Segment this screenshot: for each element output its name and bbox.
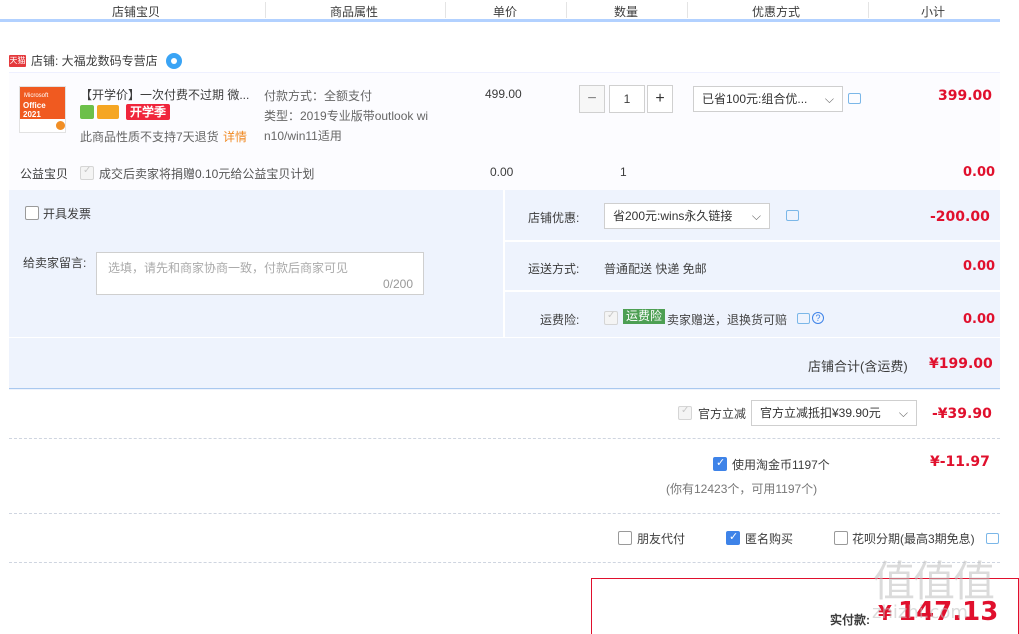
insurance-checkbox — [604, 310, 618, 325]
product-title[interactable]: 【开学价】一次付费不过期 微... — [80, 86, 252, 103]
message-icon[interactable] — [986, 533, 999, 544]
friend-pay-checkbox[interactable] — [618, 531, 632, 545]
panel-divider — [9, 337, 1000, 338]
invoice-checkbox[interactable] — [25, 206, 39, 220]
panel-divider — [505, 240, 1000, 242]
shop-total-label: 店铺合计(含运费) — [808, 359, 908, 374]
col-separator — [445, 2, 446, 18]
coins-checkbox[interactable] — [713, 456, 727, 471]
col-separator — [265, 2, 266, 18]
shop-line: 天猫 店铺: 大福龙数码专营店 — [9, 52, 182, 69]
charity-price: 0.00 — [490, 165, 514, 179]
service-icon — [80, 105, 94, 119]
unit-price: 499.00 — [485, 87, 522, 101]
col-subtotal: 小计 — [921, 5, 946, 19]
official-amount: -¥39.90 — [932, 406, 992, 422]
help-icon[interactable]: ? — [812, 312, 824, 324]
insurance-amount: 0.00 — [963, 312, 996, 327]
shipping-value: 普通配送 快递 免邮 — [604, 262, 707, 276]
thumb-brand: Microsoft — [24, 93, 49, 99]
anonymous-checkbox[interactable] — [726, 530, 740, 545]
official-checkbox — [678, 405, 692, 420]
qty-decrease-button[interactable]: − — [579, 85, 605, 113]
divider — [9, 562, 1000, 563]
charity-label: 公益宝贝 — [20, 167, 69, 181]
chat-icon[interactable] — [165, 52, 182, 69]
shop-discount-amount: -200.00 — [930, 209, 990, 225]
message-counter: 0/200 — [382, 277, 413, 291]
pay-label: 实付款: — [830, 613, 870, 627]
insurance-tag: 运费险 — [623, 309, 666, 324]
shop-discount-select[interactable]: 省200元:wins永久链接 ⌵ — [604, 203, 770, 229]
product-type: 类型：2019专业版带outlook wi — [264, 109, 429, 123]
shop-discount-value: 省200元:wins永久链接 — [613, 209, 733, 223]
watermark-logo: 值值值 — [873, 557, 995, 606]
col-attr: 商品属性 — [330, 5, 379, 19]
qty-input[interactable]: 1 — [609, 85, 645, 113]
download-icon — [56, 121, 65, 130]
seller-message-input[interactable]: 选填，请先和商家协商一致，付款后商家可见 0/200 — [96, 252, 424, 295]
watermark-site: zhizhi.com — [872, 602, 968, 623]
divider — [9, 438, 1000, 439]
card-icon — [97, 105, 119, 119]
tmall-badge: 天猫 — [9, 54, 26, 67]
panel-divider — [503, 190, 505, 337]
invoice-label: 开具发票 — [43, 207, 92, 221]
huabei-label: 花呗分期(最高3期免息) — [852, 532, 975, 546]
chevron-down-icon: ⌵ — [751, 209, 761, 223]
official-select-value: 官方立减抵扣¥39.90元 — [760, 406, 881, 420]
charity-qty: 1 — [620, 165, 627, 179]
coins-sub: (你有12423个，可用1197个) — [666, 482, 818, 496]
coins-label: 使用淘金币1197个 — [732, 458, 830, 472]
shipping-label: 运送方式: — [528, 262, 580, 276]
product-thumbnail[interactable]: Microsoft Office 2021 — [19, 86, 66, 133]
charity-text: 成交后卖家将捐赠0.10元给公益宝贝计划 — [99, 167, 315, 181]
thumb-title: Office 2021 — [23, 101, 46, 119]
chevron-down-icon: ⌵ — [824, 92, 834, 106]
column-header: 店铺宝贝 商品属性 单价 数量 优惠方式 小计 — [0, 0, 1000, 22]
chevron-down-icon: ⌵ — [898, 406, 908, 420]
promo-tag: 开学季 — [126, 104, 171, 120]
return-note: 此商品性质不支持7天退货 — [80, 130, 219, 144]
panel-bottom-line — [9, 388, 1000, 389]
detail-link[interactable]: 详情 — [223, 128, 247, 145]
coins-amount: ¥-11.97 — [930, 454, 990, 470]
insurance-text: 卖家赠送，退换货可赔 — [667, 313, 788, 327]
official-label: 官方立减 — [698, 407, 747, 421]
anonymous-label: 匿名购买 — [745, 532, 794, 546]
official-select[interactable]: 官方立减抵扣¥39.90元 ⌵ — [751, 400, 917, 426]
col-item: 店铺宝贝 — [112, 5, 161, 19]
panel-divider — [505, 290, 1000, 292]
col-price: 单价 — [493, 5, 518, 19]
col-separator — [687, 2, 688, 18]
qty-increase-button[interactable]: + — [647, 85, 673, 113]
message-label: 给卖家留言: — [23, 256, 87, 270]
message-icon[interactable] — [848, 93, 861, 104]
shop-name[interactable]: 店铺: 大福龙数码专营店 — [31, 52, 158, 69]
col-qty: 数量 — [614, 5, 639, 19]
discount-select-value: 已省100元:组合优... — [702, 92, 808, 106]
shop-total-amount: ¥199.00 — [929, 356, 993, 372]
pay-method: 付款方式：全额支付 — [264, 89, 373, 103]
product-badges: 开学季 — [80, 104, 171, 120]
divider — [9, 513, 1000, 514]
shop-discount-label: 店铺优惠: — [528, 211, 580, 225]
shipping-amount: 0.00 — [963, 259, 996, 274]
col-separator — [566, 2, 567, 18]
insurance-label: 运费险: — [540, 313, 580, 327]
message-icon[interactable] — [786, 210, 799, 221]
product-type-cont: n10/win11适用 — [264, 129, 342, 143]
charity-subtotal: 0.00 — [963, 165, 996, 180]
item-subtotal: 399.00 — [938, 88, 993, 104]
col-discount: 优惠方式 — [752, 5, 801, 19]
message-placeholder: 选填，请先和商家协商一致，付款后商家可见 — [108, 261, 349, 275]
charity-checkbox — [80, 165, 94, 180]
discount-select[interactable]: 已省100元:组合优... ⌵ — [693, 86, 843, 112]
message-icon[interactable] — [797, 313, 810, 324]
huabei-checkbox[interactable] — [834, 531, 848, 545]
friend-pay-label: 朋友代付 — [637, 532, 686, 546]
col-separator — [868, 2, 869, 18]
